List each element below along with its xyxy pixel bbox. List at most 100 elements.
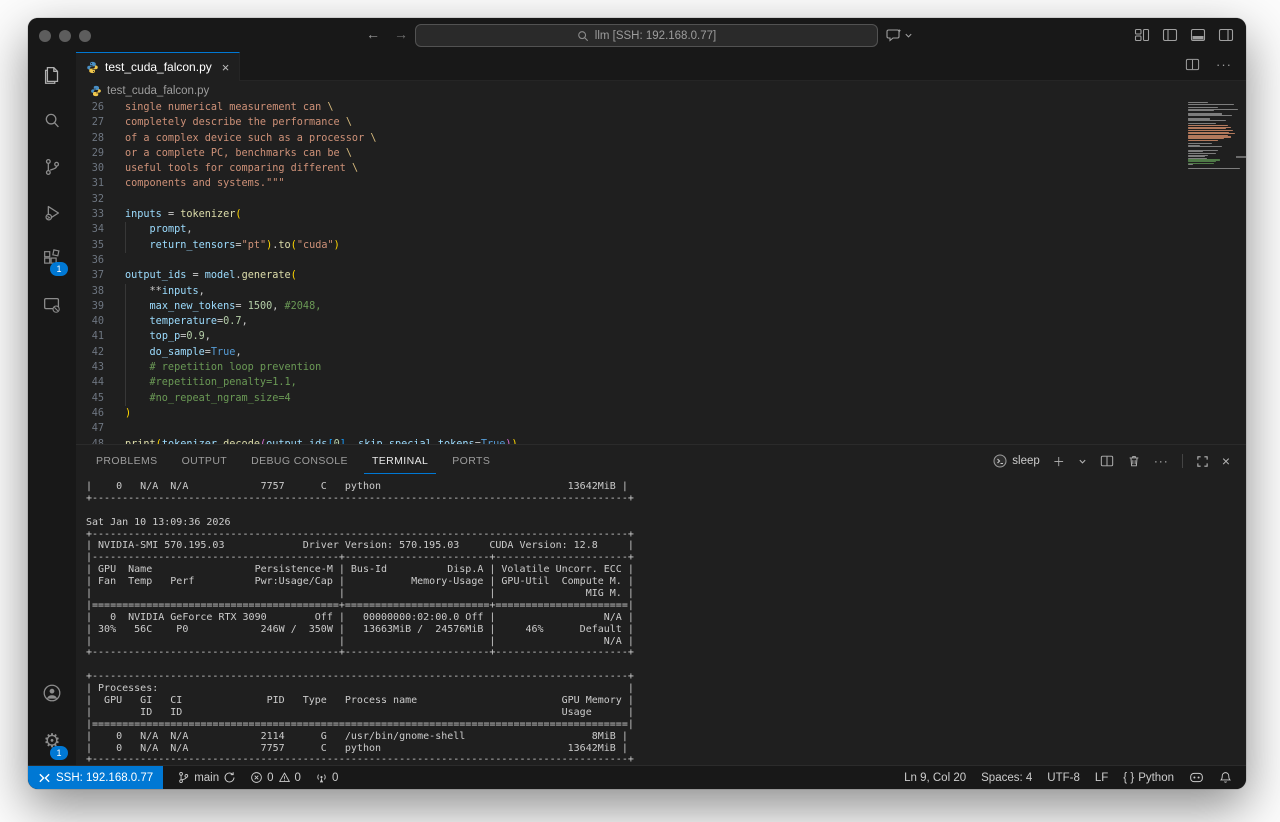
code-line[interactable]: 42 do_sample=True, xyxy=(76,344,1246,361)
minimap-line xyxy=(1188,129,1233,132)
minimap-line xyxy=(1188,103,1234,105)
sidebar-item-search[interactable] xyxy=(28,98,76,144)
minimap-line xyxy=(1188,146,1222,148)
code-line[interactable]: 28 of a complex device such as a processo… xyxy=(76,131,1246,146)
line-number: 46 xyxy=(91,407,104,419)
code-line[interactable]: 47 xyxy=(76,421,1246,436)
code-editor[interactable]: 26 single numerical measurement can \ 27 co… xyxy=(76,100,1246,444)
close-panel-icon[interactable]: × xyxy=(1222,453,1230,469)
toggle-primary-sidebar-icon[interactable] xyxy=(1162,27,1178,43)
sidebar-item-run-debug[interactable] xyxy=(28,190,76,236)
terminal-output[interactable]: | 0 N/A N/A 7757 C python 13642MiB | +---… xyxy=(86,481,1236,765)
zoom-window-button[interactable] xyxy=(79,30,91,42)
command-center[interactable]: llm [SSH: 192.168.0.77] xyxy=(415,24,878,47)
history-back-button[interactable]: ← xyxy=(364,26,382,42)
remote-indicator[interactable]: SSH: 192.168.0.77 xyxy=(28,766,164,789)
minimap-line xyxy=(1188,120,1226,122)
code-line[interactable]: 32 xyxy=(76,192,1246,207)
copilot-chat-button[interactable] xyxy=(886,27,913,43)
divider xyxy=(1181,454,1183,468)
code-line[interactable]: 38 **inputs, xyxy=(76,283,1246,299)
panel-tab-ports[interactable]: PORTS xyxy=(444,449,498,474)
panel-tab-terminal[interactable]: TERMINAL xyxy=(363,449,437,474)
code-line[interactable]: 45 #no_repeat_ngram_size=4 xyxy=(76,390,1246,406)
code-line[interactable]: 35 return_tensors="pt").to("cuda") xyxy=(76,237,1246,253)
kill-terminal-trash-icon[interactable] xyxy=(1127,454,1141,468)
close-window-button[interactable] xyxy=(39,30,51,42)
line-number: 32 xyxy=(91,193,104,205)
sidebar-item-source-control[interactable] xyxy=(28,144,76,190)
code-line[interactable]: 34 prompt, xyxy=(76,222,1246,238)
code-line[interactable]: 26 single numerical measurement can \ xyxy=(76,100,1246,115)
code-line[interactable]: 37 output_ids = model.generate( xyxy=(76,268,1246,283)
code-line[interactable]: 48print(tokenizer.decode(output_ids[0], … xyxy=(76,437,1246,444)
code-line[interactable]: 30 useful tools for comparing different \ xyxy=(76,161,1246,176)
minimap[interactable] xyxy=(1188,102,1245,171)
sidebar-item-remote-explorer[interactable] xyxy=(28,282,76,328)
terminal-line: |=======================================… xyxy=(86,599,634,611)
line-number: 48 xyxy=(76,437,104,444)
terminal-dropdown-chevron-icon[interactable] xyxy=(1078,457,1087,466)
terminal-line: | GPU GI CI PID Type Process name GPU Me… xyxy=(86,695,634,707)
panel-more-actions-icon[interactable]: ··· xyxy=(1154,454,1169,468)
code-line[interactable]: 41 top_p=0.9, xyxy=(76,329,1246,345)
split-terminal-icon[interactable] xyxy=(1100,454,1114,468)
radio-tower-icon xyxy=(317,774,326,783)
account-icon xyxy=(43,684,61,702)
code-line[interactable]: 33 inputs = tokenizer( xyxy=(76,207,1246,222)
encoding-indicator[interactable]: UTF-8 xyxy=(1047,772,1080,784)
git-branch-icon xyxy=(179,772,189,783)
maximize-panel-icon[interactable] xyxy=(1196,455,1209,468)
editor-more-actions-icon[interactable]: ··· xyxy=(1216,57,1232,72)
history-forward-button[interactable]: → xyxy=(392,26,410,42)
files-icon xyxy=(44,67,59,84)
panel-tab-output[interactable]: OUTPUT xyxy=(174,449,236,474)
split-editor-icon[interactable] xyxy=(1185,57,1200,72)
customize-layout-icon[interactable] xyxy=(1134,27,1150,43)
sidebar-item-explorer[interactable] xyxy=(28,52,76,98)
eol-indicator[interactable]: LF xyxy=(1095,772,1108,784)
line-number: 29 xyxy=(91,147,104,159)
minimize-window-button[interactable] xyxy=(59,30,71,42)
code-line[interactable]: 29 or a complete PC, benchmarks can be \ xyxy=(76,146,1246,161)
new-terminal-icon[interactable]: ＋ xyxy=(1053,453,1065,470)
panel-tab-problems[interactable]: PROBLEMS xyxy=(88,449,166,474)
terminal-name: sleep xyxy=(1012,455,1040,467)
tab-close-icon[interactable]: × xyxy=(222,60,230,75)
line-number: 38 xyxy=(91,285,104,297)
traffic-lights xyxy=(39,30,91,42)
code-line[interactable]: 43 # repetition loop prevention xyxy=(76,360,1246,376)
code-line[interactable]: 44 #repetition_penalty=1.1, xyxy=(76,375,1246,391)
panel-tab-debug-console[interactable]: DEBUG CONSOLE xyxy=(243,449,356,474)
code-line[interactable]: 46) xyxy=(76,406,1246,421)
toggle-panel-icon[interactable] xyxy=(1190,27,1206,43)
breadcrumb[interactable]: test_cuda_falcon.py xyxy=(76,81,210,100)
toggle-secondary-sidebar-icon[interactable] xyxy=(1218,27,1234,43)
terminal-line: +---------------------------------------… xyxy=(86,754,634,765)
branch-label: main xyxy=(194,771,220,784)
account-button[interactable] xyxy=(28,670,76,716)
branch-indicator[interactable]: main xyxy=(177,771,236,784)
copilot-icon[interactable] xyxy=(1189,771,1204,784)
terminal-line: | GPU Name Persistence-M | Bus-Id Disp.A… xyxy=(86,564,634,576)
terminal-process-icon xyxy=(993,454,1007,468)
panel-tabs: PROBLEMS OUTPUT DEBUG CONSOLE TERMINAL PORTS xyxy=(76,449,498,474)
cursor-position[interactable]: Ln 9, Col 20 xyxy=(904,772,966,784)
ports-indicator[interactable]: 0 xyxy=(315,771,338,784)
bell-icon[interactable] xyxy=(1219,771,1232,784)
line-number: 40 xyxy=(91,316,104,328)
code-line[interactable]: 36 xyxy=(76,253,1246,268)
code-line[interactable]: 31 components and systems.""" xyxy=(76,176,1246,191)
indentation-indicator[interactable]: Spaces: 4 xyxy=(981,772,1032,784)
problems-indicator[interactable]: 0 0 xyxy=(250,771,301,784)
tab-test-cuda-falcon[interactable]: test_cuda_falcon.py × xyxy=(76,52,241,81)
code-line[interactable]: 40 temperature=0.7, xyxy=(76,314,1246,330)
settings-button[interactable]: ⚙ 1 xyxy=(28,716,76,766)
code-line[interactable]: 39 max_new_tokens= 1500, #2048, xyxy=(76,298,1246,315)
language-indicator[interactable]: { } Python xyxy=(1123,772,1174,784)
code-line[interactable]: 27 completely describe the performance \ xyxy=(76,115,1246,130)
terminal-selector[interactable]: sleep xyxy=(993,454,1040,468)
sidebar-item-extensions[interactable]: 1 xyxy=(28,236,76,282)
line-number: 26 xyxy=(91,102,104,113)
vscode-window: ← → llm [SSH: 192.168.0.77] test_cuda_fa… xyxy=(28,18,1246,789)
